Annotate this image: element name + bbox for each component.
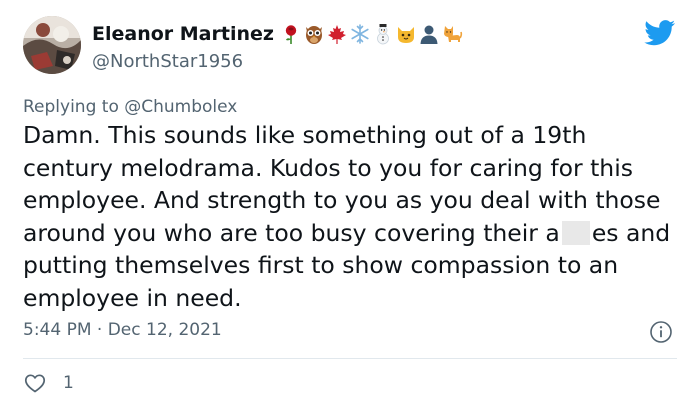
tweet-timestamp[interactable]: 5:44 PM · Dec 12, 2021 xyxy=(23,320,222,340)
author-handle[interactable]: @NorthStar1956 xyxy=(92,51,243,72)
divider xyxy=(23,358,677,359)
reply-mention-link[interactable]: @Chumbolex xyxy=(124,97,237,117)
owl-icon xyxy=(305,26,322,44)
cat-icon xyxy=(443,26,463,42)
maple-leaf-icon xyxy=(327,25,346,44)
snowman-icon xyxy=(377,24,389,45)
info-icon[interactable] xyxy=(649,320,673,344)
author-display-name[interactable]: Eleanor Martinez xyxy=(92,23,274,45)
avatar[interactable] xyxy=(23,16,81,74)
like-count: 1 xyxy=(63,373,74,393)
rose-icon xyxy=(285,25,297,44)
tweet-text: Damn. This sounds like something out of … xyxy=(23,119,683,315)
cat-face-icon xyxy=(397,27,414,43)
censor-block xyxy=(561,220,590,245)
heart-icon[interactable] xyxy=(23,371,47,395)
name-emojis xyxy=(280,23,463,45)
avatar-photo xyxy=(23,16,81,74)
person-silhouette-icon xyxy=(420,25,438,44)
reply-context: Replying to @Chumbolex xyxy=(23,97,237,117)
twitter-bird-icon[interactable] xyxy=(644,20,676,46)
snowflake-icon xyxy=(351,24,369,44)
like-action[interactable]: 1 xyxy=(23,371,74,395)
reply-prefix: Replying to xyxy=(23,97,119,117)
tweet-card: Eleanor Martinez @NorthStar1956 Replying… xyxy=(0,0,700,410)
author-name-row[interactable]: Eleanor Martinez xyxy=(92,20,463,48)
